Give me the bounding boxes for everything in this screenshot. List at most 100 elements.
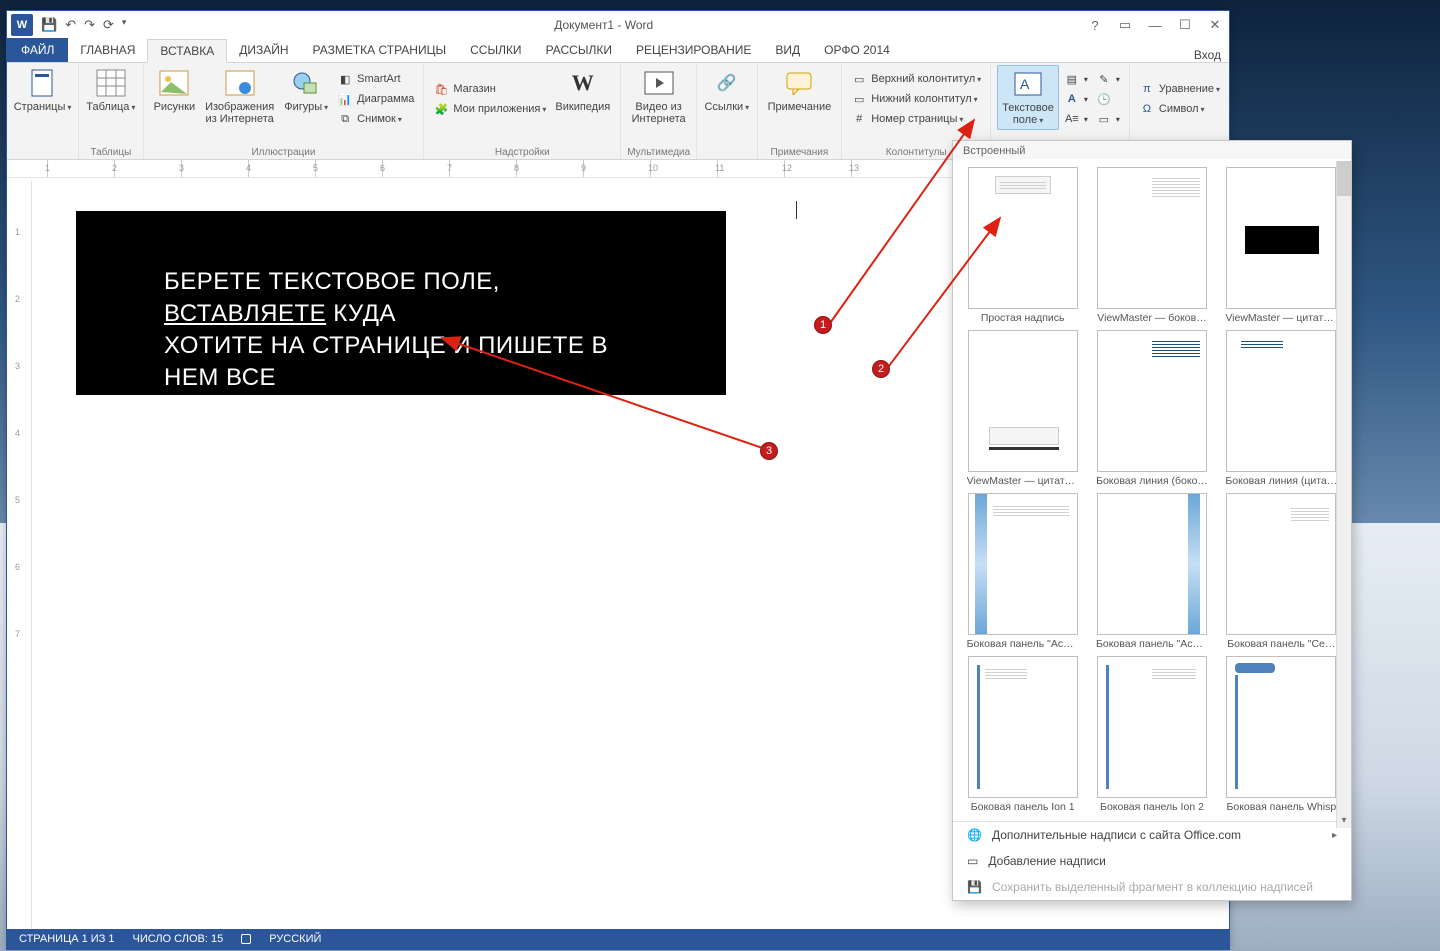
qat-refresh-icon[interactable]: ⟳ <box>103 17 114 33</box>
ribbon-display-options[interactable]: ▭ <box>1111 14 1139 36</box>
header-button[interactable]: ▭Верхний колонтитул <box>848 70 984 88</box>
qat-undo-icon[interactable]: ↶ <box>65 17 76 33</box>
gallery-item[interactable]: ViewMaster — цитата… <box>1220 167 1343 324</box>
gallery-caption: Боковая панель "Се… <box>1227 638 1335 650</box>
tab-design[interactable]: ДИЗАЙН <box>227 38 300 62</box>
gallery-item[interactable]: Боковая линия (цита… <box>1220 330 1343 487</box>
screenshot-button[interactable]: ⧉Снимок <box>334 110 417 128</box>
status-page[interactable]: СТРАНИЦА 1 ИЗ 1 <box>19 933 115 945</box>
table-icon <box>95 67 127 99</box>
date-time-button[interactable]: 🕒 <box>1093 90 1123 108</box>
smartart-button[interactable]: ◧SmartArt <box>334 70 417 88</box>
online-video-button[interactable]: Видео из Интернета <box>628 65 690 127</box>
gallery-caption: Боковая панель "Асп… <box>1096 638 1208 650</box>
shapes-button[interactable]: Фигуры <box>280 65 332 116</box>
gallery-caption: Боковая линия (боко… <box>1096 475 1208 487</box>
document-page[interactable]: БЕРЕТЕ ТЕКСТОВОЕ ПОЛЕ, ВСТАВЛЯЕТЕ КУДА Х… <box>32 181 942 929</box>
gallery-more-office[interactable]: 🌐 Дополнительные надписи с сайта Office.… <box>953 822 1351 848</box>
wordart-button[interactable]: A▾ <box>1061 90 1091 108</box>
pictures-button[interactable]: Рисунки <box>150 65 200 115</box>
gallery-scrollbar[interactable]: ▾ <box>1336 161 1351 828</box>
status-macro-icon[interactable] <box>241 934 251 944</box>
store-button[interactable]: 🛍Магазин <box>430 80 549 98</box>
gallery-thumb[interactable] <box>968 167 1078 309</box>
gallery-thumb[interactable] <box>1097 330 1207 472</box>
help-button[interactable]: ? <box>1081 14 1109 36</box>
tab-view[interactable]: ВИД <box>763 38 812 62</box>
equation-icon: π <box>1139 81 1155 97</box>
text-cursor <box>796 201 797 219</box>
gallery-item[interactable]: Боковая панель Whisp <box>1220 656 1343 813</box>
vertical-ruler[interactable]: 12 34 56 7 <box>7 181 32 929</box>
status-wordcount[interactable]: ЧИСЛО СЛОВ: 15 <box>133 933 224 945</box>
footer-button[interactable]: ▭Нижний колонтитул <box>848 90 984 108</box>
gallery-caption: ViewMaster — цитата… <box>967 475 1079 487</box>
tab-insert[interactable]: ВСТАВКА <box>147 39 227 63</box>
gallery-item[interactable]: Боковая линия (боко… <box>1090 330 1213 487</box>
pages-button[interactable]: Страницы <box>10 65 76 116</box>
gallery-thumb[interactable] <box>968 493 1078 635</box>
office-icon: 🌐 <box>967 828 982 842</box>
tab-review[interactable]: РЕЦЕНЗИРОВАНИЕ <box>624 38 763 62</box>
gallery-item[interactable]: Боковая панель Ion 2 <box>1090 656 1213 813</box>
gallery-draw-textbox[interactable]: ▭ Добавление надписи <box>953 848 1351 874</box>
sign-in-link[interactable]: Вход <box>1194 48 1221 62</box>
tab-page-layout[interactable]: РАЗМЕТКА СТРАНИЦЫ <box>301 38 459 62</box>
online-pictures-button[interactable]: Изображения из Интернета <box>201 65 278 127</box>
links-button[interactable]: 🔗 Ссылки <box>700 65 753 116</box>
object-button[interactable]: ▭▾ <box>1093 110 1123 128</box>
gallery-thumb[interactable] <box>968 656 1078 798</box>
dropcap-button[interactable]: A≡▾ <box>1061 110 1091 128</box>
symbol-button[interactable]: ΩСимвол <box>1136 100 1223 118</box>
quick-parts-button[interactable]: ▤▾ <box>1061 70 1091 88</box>
header-icon: ▭ <box>851 71 867 87</box>
maximize-button[interactable]: ☐ <box>1171 14 1199 36</box>
signature-line-button[interactable]: ✎▾ <box>1093 70 1123 88</box>
equation-button[interactable]: πУравнение <box>1136 80 1223 98</box>
gallery-item[interactable]: ViewMaster — цитата… <box>961 330 1084 487</box>
tab-references[interactable]: ССЫЛКИ <box>458 38 533 62</box>
draw-textbox-icon: ▭ <box>967 854 978 868</box>
gallery-item[interactable]: Боковая панель Ion 1 <box>961 656 1084 813</box>
page-number-button[interactable]: #Номер страницы <box>848 110 984 128</box>
gallery-item[interactable]: Боковая панель "Асп… <box>1090 493 1213 650</box>
tab-mailings[interactable]: РАССЫЛКИ <box>534 38 624 62</box>
chart-icon: 📊 <box>337 91 353 107</box>
gallery-item[interactable]: Боковая панель "Се… <box>1220 493 1343 650</box>
gallery-item[interactable]: ViewMaster — боков… <box>1090 167 1213 324</box>
gallery-thumb[interactable] <box>1226 656 1336 798</box>
gallery-item[interactable]: Боковая панель "Асп… <box>961 493 1084 650</box>
chart-button[interactable]: 📊Диаграмма <box>334 90 417 108</box>
gallery-caption: ViewMaster — боков… <box>1097 312 1206 324</box>
tab-home[interactable]: ГЛАВНАЯ <box>68 38 147 62</box>
wordart-icon: A <box>1064 91 1080 107</box>
gallery-thumb[interactable] <box>968 330 1078 472</box>
gallery-thumb[interactable] <box>1097 493 1207 635</box>
gallery-caption: ViewMaster — цитата… <box>1225 312 1337 324</box>
qat-save-icon[interactable]: 💾 <box>41 17 57 33</box>
qat-redo-icon[interactable]: ↷ <box>84 17 95 33</box>
tab-file[interactable]: ФАЙЛ <box>7 38 68 62</box>
gallery-item[interactable]: Простая надпись <box>961 167 1084 324</box>
pages-icon <box>27 67 59 99</box>
my-addins-button[interactable]: 🧩Мои приложения <box>430 100 549 118</box>
gallery-thumb[interactable] <box>1097 656 1207 798</box>
online-pictures-icon <box>224 67 256 99</box>
comment-button[interactable]: Примечание <box>764 65 836 115</box>
minimize-button[interactable]: — <box>1141 14 1169 36</box>
tab-orfo[interactable]: ОРФО 2014 <box>812 38 902 62</box>
gallery-thumb[interactable] <box>1226 493 1336 635</box>
gallery-heading: Встроенный <box>953 141 1351 159</box>
gallery-thumb[interactable] <box>1226 330 1336 472</box>
table-button[interactable]: Таблица <box>82 65 139 116</box>
textbox-button[interactable]: A Текстовое поле <box>997 65 1059 130</box>
wikipedia-button[interactable]: W Википедия <box>551 65 614 115</box>
titlebar: W 💾 ↶ ↷ ⟳ ▾ Документ1 - Word ? ▭ — ☐ ✕ <box>7 11 1229 39</box>
status-language[interactable]: РУССКИЙ <box>269 933 321 945</box>
gallery-thumb[interactable] <box>1097 167 1207 309</box>
text-box-content[interactable]: БЕРЕТЕ ТЕКСТОВОЕ ПОЛЕ, ВСТАВЛЯЕТЕ КУДА Х… <box>76 211 726 395</box>
close-button[interactable]: ✕ <box>1201 14 1229 36</box>
object-icon: ▭ <box>1096 111 1112 127</box>
pictures-icon <box>158 67 190 99</box>
gallery-thumb[interactable] <box>1226 167 1336 309</box>
